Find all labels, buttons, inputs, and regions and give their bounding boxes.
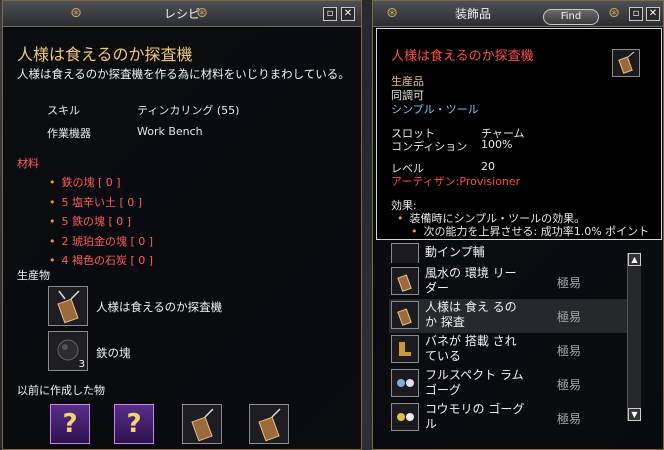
material-item: • 2 琥珀金の塊 [ 0 ]	[49, 233, 153, 249]
products-heading: 生産物	[17, 269, 50, 282]
previous-heading: 以前に作成した物	[17, 384, 105, 397]
list-item-name: コウモリの ゴーグル	[425, 402, 525, 430]
product-name: 人様は食えるのか探査機	[96, 300, 223, 314]
probe-device-icon	[258, 408, 281, 442]
skill-label: スキル	[47, 104, 80, 117]
close-button[interactable]: ✕	[646, 7, 660, 21]
title-scroll-ornament-right: ⊛	[608, 5, 620, 21]
material-text: 4 褐色の石炭 [ 0 ]	[61, 254, 154, 267]
artisan-label: アーティザン:Provisioner	[391, 173, 520, 189]
material-text: 5 塩辛い土 [ 0 ]	[61, 196, 143, 209]
material-item: • 鉄の塊 [ 0 ]	[49, 174, 121, 190]
bullet-icon: •	[49, 196, 56, 209]
spring-boots-icon	[391, 335, 419, 363]
effect-text: 次の能力を上昇させる: 成功率1.0% ポイント	[423, 225, 650, 238]
minimize-button[interactable]: ▫	[629, 7, 643, 21]
bullet-icon: •	[49, 215, 56, 228]
scroll-down-button[interactable]: ▼	[628, 408, 641, 421]
bat-goggles-icon	[391, 403, 419, 431]
title-scroll-ornament-right: ⊛	[196, 5, 208, 21]
recipe-item-title: 人様は食えるのか探査機	[17, 45, 193, 64]
material-item: • 4 褐色の石炭 [ 0 ]	[49, 252, 153, 268]
list-item-name: バネが 搭載 されている	[425, 334, 517, 363]
probe-device-icon	[57, 290, 80, 324]
level-value: 20	[481, 160, 495, 173]
bullet-icon: •	[411, 225, 418, 238]
item-tooltip: 人様は食えるのか探査機 生産品 同調可 シンプル・ツール スロット チャーム コ…	[376, 28, 662, 240]
list-item-name: 動インプ輔	[425, 245, 485, 259]
recipe-window: ⊛ レシピ ⊛ ▫ ✕ 人様は食えるのか探査機 人様は食えるのか探査機を作る為に…	[2, 0, 362, 450]
product-slot-probe[interactable]	[48, 286, 88, 326]
list-item-difficulty: 極易	[557, 412, 582, 426]
previous-item-slot[interactable]	[249, 404, 289, 444]
list-item-difficulty: 極易	[557, 310, 582, 324]
previous-item-slot[interactable]	[182, 404, 222, 444]
probe-device-icon	[191, 408, 214, 442]
list-item[interactable]: フルスペクト ラムゴーグ 極易	[389, 367, 627, 401]
bullet-icon: •	[49, 176, 56, 189]
bullet-icon: •	[49, 235, 56, 248]
probe-device-icon	[612, 49, 640, 77]
skill-value: ティンカリング (55)	[137, 104, 240, 115]
list-item-selected[interactable]: 人様は 食え るのか 探査 極易	[389, 299, 627, 333]
list-item-name: 人様は 食え るのか 探査	[425, 300, 517, 329]
product-name: 鉄の塊	[96, 346, 131, 360]
list-item-difficulty: 極易	[557, 378, 582, 392]
condition-value: 100%	[481, 138, 513, 151]
find-button[interactable]: Find	[543, 9, 599, 25]
tool-label: 作業機器	[47, 127, 91, 140]
material-text: 5 鉄の塊 [ 0 ]	[61, 215, 132, 228]
list-item-name: 風水の 環境 リーダー	[425, 266, 517, 295]
list-item[interactable]: 動インプ輔	[389, 241, 627, 263]
list-item[interactable]: 風水の 環境 リーダー 極易	[389, 265, 627, 299]
tool-value: Work Bench	[137, 125, 203, 138]
partial-icon	[391, 243, 419, 263]
scroll-up-button[interactable]: ▲	[628, 253, 641, 266]
bullet-icon: •	[49, 254, 56, 267]
tooltip-title: 人様は食えるのか探査機	[391, 49, 534, 64]
material-item: • 5 塩辛い土 [ 0 ]	[49, 194, 142, 210]
material-item: • 5 鉄の塊 [ 0 ]	[49, 213, 131, 229]
previous-item-slot[interactable]: ?	[50, 404, 90, 444]
list-item-difficulty: 極易	[557, 276, 582, 290]
list-item-name: フルスペクト ラムゴーグ	[425, 368, 524, 397]
probe-device-icon	[391, 301, 419, 329]
product-count: 3	[78, 359, 85, 370]
materials-heading: 材料	[17, 157, 39, 170]
condition-label: コンディション	[391, 140, 468, 153]
product-slot-iron[interactable]: 3	[48, 331, 88, 371]
list-scrollbar[interactable]: ▲ ▼	[627, 253, 641, 421]
tooltip-line: シンプル・ツール	[391, 103, 479, 116]
accessory-titlebar[interactable]: ⊛ 装飾品 Find ⊛ ▫ ✕	[373, 1, 663, 27]
bullet-icon: •	[397, 212, 404, 225]
artisan-label-text: アーティザン:	[391, 175, 460, 188]
question-mark-icon: ?	[62, 409, 78, 439]
previous-item-slot[interactable]: ?	[114, 404, 154, 444]
question-mark-icon: ?	[126, 409, 142, 439]
list-item[interactable]: コウモリの ゴーグル 極易	[389, 401, 627, 449]
list-item[interactable]: バネが 搭載 されている 極易	[389, 333, 627, 367]
material-text: 鉄の塊 [ 0 ]	[61, 176, 121, 189]
list-item-difficulty: 極易	[557, 344, 582, 358]
recipe-description: 人様は食えるのか探査機を作る為に材料をいじりまわしている。	[17, 67, 350, 81]
material-text: 2 琥珀金の塊 [ 0 ]	[61, 235, 154, 248]
effect-line: • 次の能力を上昇させる: 成功率1.0% ポイント	[411, 223, 649, 239]
probe-device-icon	[391, 267, 419, 295]
artisan-value: Provisioner	[459, 175, 521, 188]
goggles-icon	[391, 369, 419, 397]
